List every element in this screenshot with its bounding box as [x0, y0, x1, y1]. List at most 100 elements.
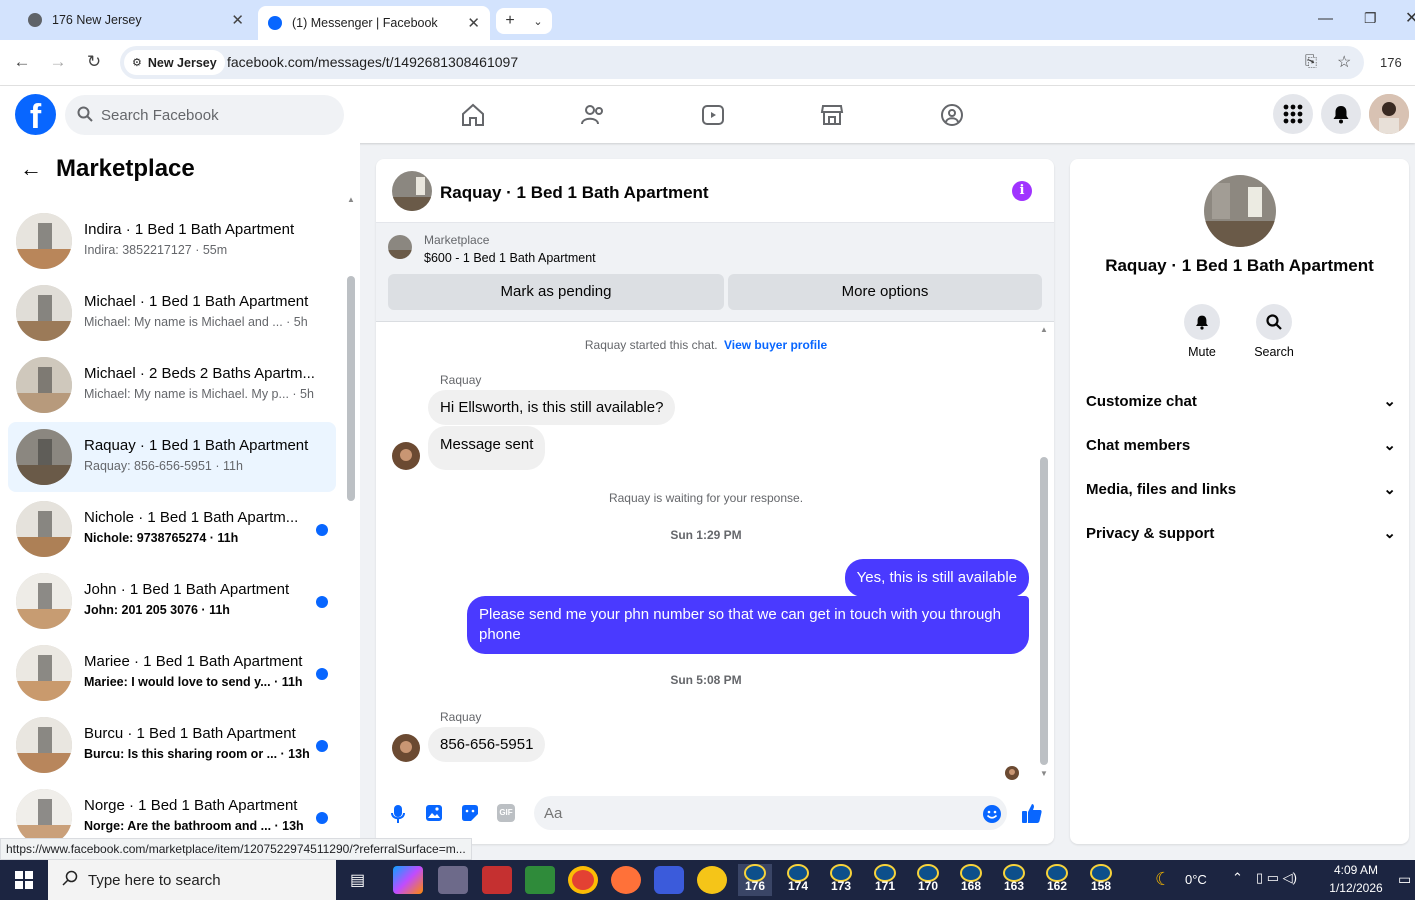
section-label: Privacy & support	[1086, 524, 1215, 542]
chat-avatar[interactable]	[392, 171, 432, 211]
conversation-item[interactable]: Michael · 2 Beds 2 Baths Apartm... Michae…	[8, 350, 336, 420]
profile-picture[interactable]	[1204, 175, 1276, 247]
tray-chevron-icon[interactable]: ⌃	[1232, 870, 1243, 886]
scroll-up-icon[interactable]: ▲	[1040, 325, 1048, 334]
media-files-links-section[interactable]: Media, files and links ⌄	[1086, 480, 1396, 499]
notifications-bell-icon[interactable]	[1321, 94, 1361, 134]
task-view-icon[interactable]: ▤	[350, 870, 365, 890]
chat-members-section[interactable]: Chat members ⌄	[1086, 436, 1396, 455]
incoming-message[interactable]: 856-656-5951	[428, 727, 546, 762]
taskbar-window-button[interactable]: 176	[738, 864, 772, 896]
photo-icon[interactable]	[425, 804, 443, 827]
listing-title[interactable]: $600 - 1 Bed 1 Bath Apartment	[424, 251, 596, 265]
marketplace-icon[interactable]	[815, 98, 849, 132]
conversation-item[interactable]: Raquay · 1 Bed 1 Bath Apartment Raquay: 8…	[8, 422, 336, 492]
chat-started-note: Raquay started this chat. View buyer pro…	[376, 338, 1036, 352]
mark-as-pending-button[interactable]: Mark as pending	[388, 274, 724, 310]
notification-center-icon[interactable]: ▭	[1398, 871, 1411, 888]
reload-icon[interactable]: ↻	[83, 52, 105, 72]
sender-avatar[interactable]	[392, 734, 420, 762]
bookmark-star-icon[interactable]: ☆	[1337, 52, 1351, 72]
forward-icon[interactable]: →	[47, 52, 69, 72]
taskbar-window-button[interactable]: 158	[1084, 864, 1118, 896]
conversation-item[interactable]: Indira · 1 Bed 1 Bath Apartment Indira: 3…	[8, 206, 336, 276]
outgoing-message[interactable]: Please send me your phn number so that w…	[467, 596, 1029, 654]
conversation-item[interactable]: Norge · 1 Bed 1 Bath Apartment Norge: Are…	[8, 782, 336, 843]
maximize-icon[interactable]: ❐	[1364, 10, 1377, 27]
windows-start-icon[interactable]	[15, 871, 33, 894]
conversation-item[interactable]: Michael · 1 Bed 1 Bath Apartment Michael:…	[8, 278, 336, 348]
tab-new-jersey[interactable]: 176 New Jersey ✕	[18, 4, 254, 36]
list-scrollbar[interactable]	[347, 276, 355, 501]
tab-messenger[interactable]: (1) Messenger | Facebook ✕	[258, 6, 490, 40]
conversation-item[interactable]: John · 1 Bed 1 Bath Apartment John: 201 2…	[8, 566, 336, 636]
taskbar-window-button[interactable]: 173	[824, 864, 858, 896]
firefox-icon[interactable]	[611, 866, 641, 894]
groups-icon[interactable]	[935, 98, 969, 132]
sticker-icon[interactable]	[461, 804, 479, 827]
privacy-support-section[interactable]: Privacy & support ⌄	[1086, 524, 1396, 543]
chat-title[interactable]: Raquay · 1 Bed 1 Bath Apartment	[440, 183, 709, 203]
app-icon[interactable]	[482, 866, 512, 894]
taskbar-window-button[interactable]: 174	[781, 864, 815, 896]
info-icon[interactable]: i	[1012, 181, 1032, 201]
profile-label[interactable]: 176	[1380, 55, 1402, 70]
taskbar-window-button[interactable]: 162	[1040, 864, 1074, 896]
conversation-item[interactable]: Nichole · 1 Bed 1 Bath Apartm... Nichole:…	[8, 494, 336, 564]
app-icon[interactable]	[697, 866, 727, 894]
taskbar-window-button[interactable]: 168	[954, 864, 988, 896]
incoming-message[interactable]: Message sent	[428, 426, 546, 470]
home-icon[interactable]	[456, 98, 490, 132]
mute-button[interactable]	[1184, 304, 1220, 340]
close-icon[interactable]: ✕	[231, 11, 244, 29]
install-app-icon[interactable]: ⎘	[1305, 53, 1317, 70]
microphone-icon[interactable]	[390, 804, 406, 829]
window-number: 171	[874, 879, 896, 893]
app-icon[interactable]	[525, 866, 555, 894]
conversation-item[interactable]: Burcu · 1 Bed 1 Bath Apartment Burcu: Is …	[8, 710, 336, 780]
taskbar-search[interactable]: Type here to search	[48, 860, 336, 900]
incoming-message[interactable]: Hi Ellsworth, is this still available?	[428, 390, 676, 425]
taskbar-window-button[interactable]: 163	[997, 864, 1031, 896]
weather-temp[interactable]: 0°C	[1185, 872, 1207, 887]
copilot-icon[interactable]	[393, 866, 423, 894]
video-icon[interactable]	[696, 98, 730, 132]
taskbar-window-button[interactable]: 170	[911, 864, 945, 896]
clock-time[interactable]: 4:09 AM	[1325, 863, 1387, 877]
chat-scrollbar[interactable]	[1040, 457, 1048, 765]
close-icon[interactable]: ✕	[467, 14, 480, 32]
minimize-icon[interactable]: —	[1318, 10, 1333, 27]
menu-grid-icon[interactable]	[1273, 94, 1313, 134]
search-facebook-field[interactable]: Search Facebook	[65, 95, 344, 135]
chevron-down-icon[interactable]: ⌄	[533, 15, 542, 28]
tray-icons[interactable]: ▯ ▭ ◁)	[1256, 870, 1297, 886]
facebook-logo-icon[interactable]: f	[15, 94, 56, 135]
profile-avatar[interactable]	[1369, 94, 1409, 134]
friends-icon[interactable]	[576, 98, 610, 132]
omnibox[interactable]: ⚙ New Jersey facebook.com/messages/t/149…	[120, 46, 1364, 79]
conversation-item[interactable]: Mariee · 1 Bed 1 Bath Apartment Mariee: I…	[8, 638, 336, 708]
view-buyer-profile-link[interactable]: View buyer profile	[724, 338, 827, 352]
scroll-up-icon[interactable]: ▲	[347, 195, 355, 204]
search-in-chat-button[interactable]	[1256, 304, 1292, 340]
app-icon[interactable]	[438, 866, 468, 894]
outgoing-message[interactable]: Yes, this is still available	[844, 559, 1029, 597]
message-input[interactable]	[534, 796, 1007, 830]
sender-avatar[interactable]	[392, 442, 420, 470]
scroll-down-icon[interactable]: ▼	[1040, 769, 1048, 778]
emoji-icon[interactable]	[982, 804, 1002, 829]
customize-chat-section[interactable]: Customize chat ⌄	[1086, 392, 1396, 411]
app-icon[interactable]	[654, 866, 684, 894]
more-options-button[interactable]: More options	[728, 274, 1042, 310]
site-info-chip[interactable]: ⚙ New Jersey	[124, 50, 225, 75]
chrome-icon[interactable]	[568, 866, 598, 894]
gif-icon[interactable]: GIF	[497, 804, 515, 822]
thumbs-up-icon[interactable]	[1021, 802, 1043, 829]
clock-date[interactable]: 1/12/2026	[1325, 881, 1387, 895]
close-window-icon[interactable]: ✕	[1405, 8, 1415, 28]
taskbar-window-button[interactable]: 171	[868, 864, 902, 896]
new-tab-icon[interactable]: +	[505, 12, 514, 30]
back-icon[interactable]: ←	[11, 52, 33, 72]
url-text[interactable]: facebook.com/messages/t/1492681308461097	[227, 54, 518, 70]
back-arrow-icon[interactable]: ←	[20, 156, 42, 182]
